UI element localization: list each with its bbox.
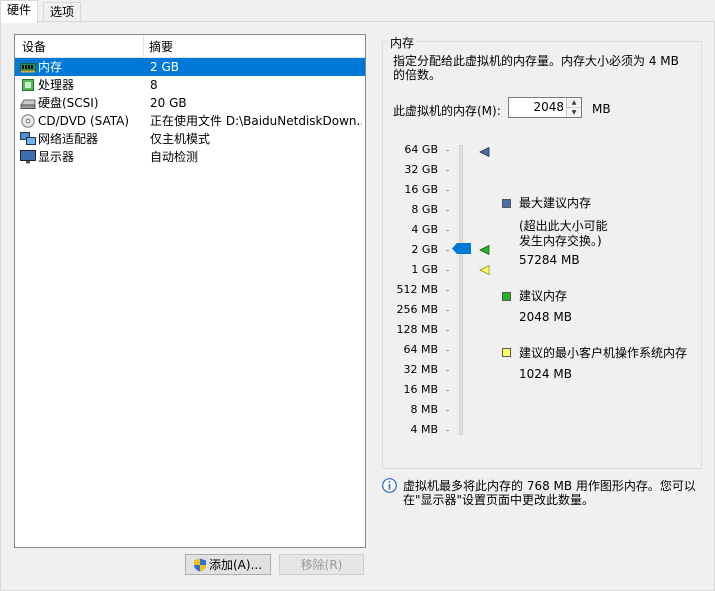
- scale-label: 32 GB: [404, 163, 438, 176]
- max-legend-note: (超出此大小可能 发生内存交换。): [519, 219, 608, 248]
- scale-label: 8 GB: [411, 203, 438, 216]
- scale-tick: [446, 250, 449, 251]
- scale-tick: [446, 390, 449, 391]
- scale-label: 8 MB: [410, 403, 438, 416]
- memory-unit: MB: [592, 102, 611, 116]
- scale-label: 4 MB: [410, 423, 438, 436]
- device-row-memory[interactable]: 内存 2 GB: [15, 58, 365, 76]
- device-row-hard-disk[interactable]: 硬盘(SCSI) 20 GB: [15, 94, 365, 112]
- column-header-device[interactable]: 设备: [22, 35, 46, 57]
- scale-tick: [446, 190, 449, 191]
- scale-tick: [446, 230, 449, 231]
- device-name: 内存: [38, 60, 63, 74]
- scale-tick: [446, 330, 449, 331]
- max-legend-value: 57284 MB: [519, 253, 580, 267]
- tab-options[interactable]: 选项: [43, 2, 82, 22]
- recommended-legend-title: 建议内存: [519, 289, 568, 303]
- scale-label: 64 GB: [404, 143, 438, 156]
- device-summary: 仅主机模式: [150, 132, 211, 146]
- scale-tick: [446, 270, 449, 271]
- device-name: 网络适配器: [38, 132, 99, 146]
- max-recommended-marker-icon: [479, 146, 491, 158]
- max-legend-title: 最大建议内存: [519, 196, 592, 210]
- network-adapter-icon: [20, 132, 36, 146]
- scale-label: 256 MB: [396, 303, 438, 316]
- recommended-legend-value: 2048 MB: [519, 310, 572, 324]
- recommended-legend-swatch: [502, 292, 511, 301]
- tab-hardware[interactable]: 硬件: [0, 0, 39, 23]
- device-summary: 20 GB: [150, 96, 187, 110]
- spinner-down-button[interactable]: ▼: [567, 108, 581, 117]
- scale-label: 64 MB: [403, 343, 438, 356]
- device-summary: 自动检测: [150, 150, 199, 164]
- device-summary: 2 GB: [150, 60, 179, 74]
- scale-label: 1 GB: [411, 263, 438, 276]
- list-header: 设备 摘要: [15, 35, 365, 58]
- scale-label: 128 MB: [396, 323, 438, 336]
- scale-tick: [446, 310, 449, 311]
- display-icon: [20, 150, 36, 164]
- device-summary: 正在使用文件 D:\BaiduNetdiskDown...: [150, 114, 362, 128]
- memory-slider-thumb[interactable]: [452, 243, 471, 254]
- remove-button[interactable]: 移除(R): [279, 554, 364, 575]
- device-row-processor[interactable]: 处理器 8: [15, 76, 365, 94]
- device-name: 硬盘(SCSI): [38, 96, 99, 110]
- add-button-label: 添加(A)...: [209, 558, 263, 572]
- scale-tick: [446, 290, 449, 291]
- device-name: 显示器: [38, 150, 75, 164]
- device-row-network-adapter[interactable]: 网络适配器 仅主机模式: [15, 130, 365, 148]
- memory-field-label: 此虚拟机的内存(M):: [393, 104, 501, 118]
- max-legend-swatch: [502, 199, 511, 208]
- min-recommended-marker-icon: [479, 264, 491, 276]
- scale-label: 16 MB: [403, 383, 438, 396]
- recommended-marker-icon: [479, 244, 491, 256]
- device-list[interactable]: 设备 摘要 内存 2 GB 处理器 8 硬盘(SCSI) 20 GB CD/DV…: [14, 34, 366, 548]
- memory-group-title: 内存: [388, 34, 417, 51]
- shield-icon: [193, 558, 207, 572]
- min-legend-value: 1024 MB: [519, 367, 572, 381]
- spinner-up-button[interactable]: ▲: [567, 98, 581, 108]
- tab-bar: 硬件 选项: [0, 0, 715, 23]
- column-divider[interactable]: [143, 35, 144, 57]
- processor-icon: [20, 78, 36, 92]
- scale-tick: [446, 350, 449, 351]
- spinner-buttons: ▲ ▼: [566, 98, 581, 117]
- scale-label: 2 GB: [411, 243, 438, 256]
- scale-tick: [446, 370, 449, 371]
- device-row-display[interactable]: 显示器 自动检测: [15, 148, 365, 166]
- min-legend-swatch: [502, 348, 511, 357]
- scale-tick: [446, 410, 449, 411]
- min-legend-title: 建议的最小客户机操作系统内存: [519, 346, 688, 360]
- cd-dvd-icon: [20, 114, 36, 128]
- hard-disk-icon: [20, 96, 36, 110]
- scale-tick: [446, 210, 449, 211]
- memory-icon: [20, 60, 36, 74]
- scale-label: 4 GB: [411, 223, 438, 236]
- memory-value[interactable]: 2048: [533, 98, 564, 117]
- add-button[interactable]: 添加(A)...: [185, 554, 271, 575]
- scale-label: 32 MB: [403, 363, 438, 376]
- memory-spinner[interactable]: 2048 ▲ ▼: [508, 97, 582, 118]
- column-header-summary[interactable]: 摘要: [149, 35, 173, 57]
- info-icon: [382, 478, 397, 493]
- scale-tick: [446, 430, 449, 431]
- memory-slider-track[interactable]: [459, 145, 463, 435]
- scale-tick: [446, 170, 449, 171]
- info-text: 虚拟机最多将此内存的 768 MB 用作图形内存。您可以在"显示器"设置页面中更…: [403, 479, 696, 507]
- device-row-cd-dvd[interactable]: CD/DVD (SATA) 正在使用文件 D:\BaiduNetdiskDown…: [15, 112, 365, 130]
- device-name: 处理器: [38, 78, 75, 92]
- memory-description: 指定分配给此虚拟机的内存量。内存大小必须为 4 MB 的倍数。: [393, 54, 679, 82]
- scale-label: 16 GB: [404, 183, 438, 196]
- scale-label: 512 MB: [396, 283, 438, 296]
- scale-tick: [446, 150, 449, 151]
- device-summary: 8: [150, 78, 158, 92]
- device-name: CD/DVD (SATA): [38, 114, 130, 128]
